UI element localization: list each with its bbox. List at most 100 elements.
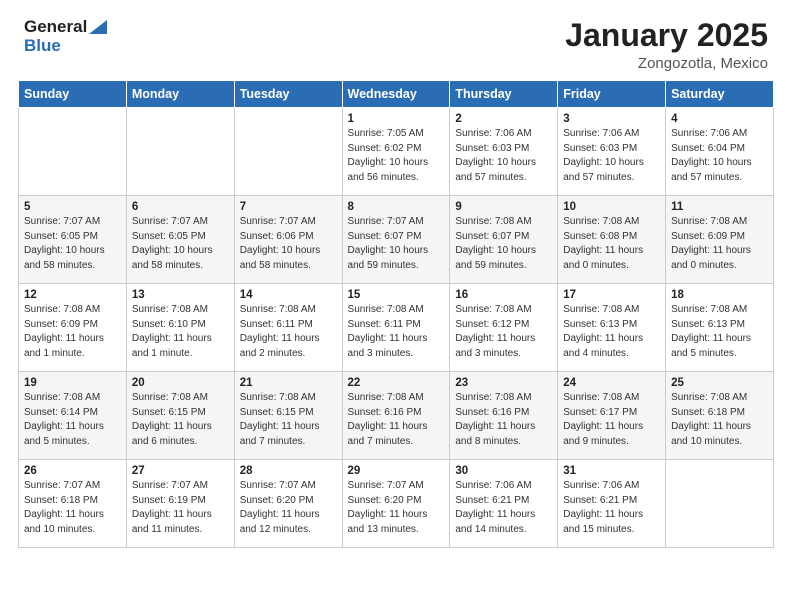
day-number: 19 bbox=[24, 377, 121, 389]
day-number: 12 bbox=[24, 289, 121, 301]
day-header-thursday: Thursday bbox=[450, 81, 558, 108]
day-info: Sunrise: 7:08 AM Sunset: 6:11 PM Dayligh… bbox=[348, 303, 445, 361]
empty-cell bbox=[666, 460, 774, 548]
day-info: Sunrise: 7:06 AM Sunset: 6:03 PM Dayligh… bbox=[563, 127, 660, 185]
day-info: Sunrise: 7:08 AM Sunset: 6:09 PM Dayligh… bbox=[24, 303, 121, 361]
day-info: Sunrise: 7:05 AM Sunset: 6:02 PM Dayligh… bbox=[348, 127, 445, 185]
day-number: 10 bbox=[563, 201, 660, 213]
day-info: Sunrise: 7:08 AM Sunset: 6:18 PM Dayligh… bbox=[671, 391, 768, 449]
day-cell-4: 4 Sunrise: 7:06 AM Sunset: 6:04 PM Daylig… bbox=[666, 108, 774, 196]
day-cell-24: 24 Sunrise: 7:08 AM Sunset: 6:17 PM Dayli… bbox=[558, 372, 666, 460]
day-info: Sunrise: 7:08 AM Sunset: 6:17 PM Dayligh… bbox=[563, 391, 660, 449]
day-cell-7: 7Sunrise: 7:07 AM Sunset: 6:06 PM Daylig… bbox=[234, 196, 342, 284]
day-info: Sunrise: 7:07 AM Sunset: 6:06 PM Dayligh… bbox=[240, 215, 337, 273]
empty-cell bbox=[234, 108, 342, 196]
day-number: 17 bbox=[563, 289, 660, 301]
day-info: Sunrise: 7:08 AM Sunset: 6:15 PM Dayligh… bbox=[132, 391, 229, 449]
day-number: 13 bbox=[132, 289, 229, 301]
calendar-wrap: SundayMondayTuesdayWednesdayThursdayFrid… bbox=[0, 80, 792, 562]
day-info: Sunrise: 7:07 AM Sunset: 6:05 PM Dayligh… bbox=[132, 215, 229, 273]
day-cell-6: 6 Sunrise: 7:07 AM Sunset: 6:05 PM Daylig… bbox=[126, 196, 234, 284]
day-cell-31: 31 Sunrise: 7:06 AM Sunset: 6:21 PM Dayli… bbox=[558, 460, 666, 548]
day-number: 11 bbox=[671, 201, 768, 213]
day-number: 9 bbox=[455, 201, 552, 213]
day-info: Sunrise: 7:08 AM Sunset: 6:14 PM Dayligh… bbox=[24, 391, 121, 449]
logo-blue-text: Blue bbox=[24, 37, 61, 56]
day-info: Sunrise: 7:08 AM Sunset: 6:13 PM Dayligh… bbox=[671, 303, 768, 361]
day-number: 16 bbox=[455, 289, 552, 301]
day-cell-18: 18 Sunrise: 7:08 AM Sunset: 6:13 PM Dayli… bbox=[666, 284, 774, 372]
day-cell-27: 27Sunrise: 7:07 AM Sunset: 6:19 PM Dayli… bbox=[126, 460, 234, 548]
day-number: 31 bbox=[563, 465, 660, 477]
logo-icon bbox=[89, 20, 107, 34]
day-cell-17: 17 Sunrise: 7:08 AM Sunset: 6:13 PM Dayli… bbox=[558, 284, 666, 372]
empty-cell bbox=[19, 108, 127, 196]
logo-general-text: General bbox=[24, 18, 87, 37]
day-number: 5 bbox=[24, 201, 121, 213]
day-cell-9: 9 Sunrise: 7:08 AM Sunset: 6:07 PM Daylig… bbox=[450, 196, 558, 284]
day-cell-22: 22Sunrise: 7:08 AM Sunset: 6:16 PM Dayli… bbox=[342, 372, 450, 460]
day-number: 2 bbox=[455, 113, 552, 125]
day-header-friday: Friday bbox=[558, 81, 666, 108]
day-cell-13: 13 Sunrise: 7:08 AM Sunset: 6:10 PM Dayli… bbox=[126, 284, 234, 372]
header: General Blue January 2025 Zongozotla, Me… bbox=[0, 0, 792, 80]
day-number: 18 bbox=[671, 289, 768, 301]
day-info: Sunrise: 7:08 AM Sunset: 6:10 PM Dayligh… bbox=[132, 303, 229, 361]
day-cell-1: 1 Sunrise: 7:05 AM Sunset: 6:02 PM Daylig… bbox=[342, 108, 450, 196]
day-cell-26: 26Sunrise: 7:07 AM Sunset: 6:18 PM Dayli… bbox=[19, 460, 127, 548]
day-number: 20 bbox=[132, 377, 229, 389]
day-number: 15 bbox=[348, 289, 445, 301]
day-number: 28 bbox=[240, 465, 337, 477]
month-title: January 2025 bbox=[565, 18, 768, 53]
day-cell-8: 8Sunrise: 7:07 AM Sunset: 6:07 PM Daylig… bbox=[342, 196, 450, 284]
day-number: 1 bbox=[348, 113, 445, 125]
day-header-tuesday: Tuesday bbox=[234, 81, 342, 108]
day-info: Sunrise: 7:07 AM Sunset: 6:20 PM Dayligh… bbox=[348, 479, 445, 537]
day-info: Sunrise: 7:07 AM Sunset: 6:19 PM Dayligh… bbox=[132, 479, 229, 537]
day-info: Sunrise: 7:08 AM Sunset: 6:08 PM Dayligh… bbox=[563, 215, 660, 273]
day-header-sunday: Sunday bbox=[19, 81, 127, 108]
day-number: 24 bbox=[563, 377, 660, 389]
day-cell-11: 11Sunrise: 7:08 AM Sunset: 6:09 PM Dayli… bbox=[666, 196, 774, 284]
week-row-5: 26Sunrise: 7:07 AM Sunset: 6:18 PM Dayli… bbox=[19, 460, 774, 548]
day-cell-19: 19 Sunrise: 7:08 AM Sunset: 6:14 PM Dayli… bbox=[19, 372, 127, 460]
day-number: 3 bbox=[563, 113, 660, 125]
day-info: Sunrise: 7:08 AM Sunset: 6:07 PM Dayligh… bbox=[455, 215, 552, 273]
day-cell-14: 14Sunrise: 7:08 AM Sunset: 6:11 PM Dayli… bbox=[234, 284, 342, 372]
week-row-4: 19 Sunrise: 7:08 AM Sunset: 6:14 PM Dayli… bbox=[19, 372, 774, 460]
day-info: Sunrise: 7:07 AM Sunset: 6:20 PM Dayligh… bbox=[240, 479, 337, 537]
day-info: Sunrise: 7:07 AM Sunset: 6:05 PM Dayligh… bbox=[24, 215, 121, 273]
day-number: 8 bbox=[348, 201, 445, 213]
day-number: 6 bbox=[132, 201, 229, 213]
day-cell-16: 16Sunrise: 7:08 AM Sunset: 6:12 PM Dayli… bbox=[450, 284, 558, 372]
day-info: Sunrise: 7:06 AM Sunset: 6:04 PM Dayligh… bbox=[671, 127, 768, 185]
day-cell-3: 3 Sunrise: 7:06 AM Sunset: 6:03 PM Daylig… bbox=[558, 108, 666, 196]
calendar-table: SundayMondayTuesdayWednesdayThursdayFrid… bbox=[18, 80, 774, 548]
day-cell-10: 10 Sunrise: 7:08 AM Sunset: 6:08 PM Dayli… bbox=[558, 196, 666, 284]
day-info: Sunrise: 7:08 AM Sunset: 6:16 PM Dayligh… bbox=[455, 391, 552, 449]
day-cell-23: 23Sunrise: 7:08 AM Sunset: 6:16 PM Dayli… bbox=[450, 372, 558, 460]
week-row-3: 12 Sunrise: 7:08 AM Sunset: 6:09 PM Dayli… bbox=[19, 284, 774, 372]
day-header-monday: Monday bbox=[126, 81, 234, 108]
day-info: Sunrise: 7:06 AM Sunset: 6:21 PM Dayligh… bbox=[563, 479, 660, 537]
day-cell-28: 28 Sunrise: 7:07 AM Sunset: 6:20 PM Dayli… bbox=[234, 460, 342, 548]
day-number: 26 bbox=[24, 465, 121, 477]
empty-cell bbox=[126, 108, 234, 196]
day-cell-25: 25Sunrise: 7:08 AM Sunset: 6:18 PM Dayli… bbox=[666, 372, 774, 460]
day-info: Sunrise: 7:08 AM Sunset: 6:13 PM Dayligh… bbox=[563, 303, 660, 361]
day-cell-2: 2 Sunrise: 7:06 AM Sunset: 6:03 PM Daylig… bbox=[450, 108, 558, 196]
day-header-saturday: Saturday bbox=[666, 81, 774, 108]
day-cell-30: 30Sunrise: 7:06 AM Sunset: 6:21 PM Dayli… bbox=[450, 460, 558, 548]
day-number: 22 bbox=[348, 377, 445, 389]
day-number: 29 bbox=[348, 465, 445, 477]
logo: General Blue bbox=[24, 18, 107, 55]
day-number: 4 bbox=[671, 113, 768, 125]
day-cell-5: 5 Sunrise: 7:07 AM Sunset: 6:05 PM Daylig… bbox=[19, 196, 127, 284]
days-header-row: SundayMondayTuesdayWednesdayThursdayFrid… bbox=[19, 81, 774, 108]
title-block: January 2025 Zongozotla, Mexico bbox=[565, 18, 768, 72]
day-cell-29: 29 Sunrise: 7:07 AM Sunset: 6:20 PM Dayli… bbox=[342, 460, 450, 548]
day-info: Sunrise: 7:08 AM Sunset: 6:15 PM Dayligh… bbox=[240, 391, 337, 449]
day-cell-12: 12 Sunrise: 7:08 AM Sunset: 6:09 PM Dayli… bbox=[19, 284, 127, 372]
day-number: 14 bbox=[240, 289, 337, 301]
day-info: Sunrise: 7:06 AM Sunset: 6:03 PM Dayligh… bbox=[455, 127, 552, 185]
